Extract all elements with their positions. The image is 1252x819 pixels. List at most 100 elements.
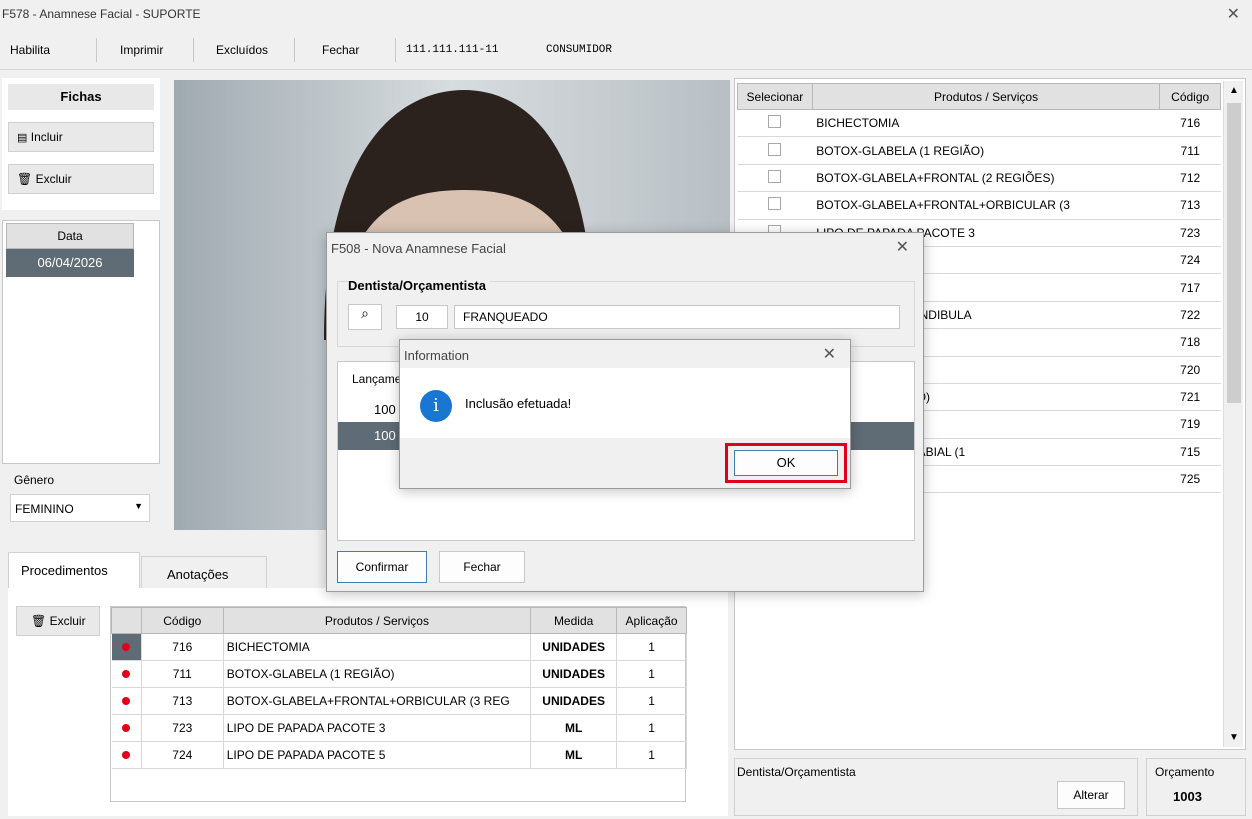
tab-anotacoes[interactable]: Anotações xyxy=(141,556,267,588)
cell-codigo: 711 xyxy=(141,660,224,688)
select-checkbox[interactable] xyxy=(768,142,782,156)
cell-medida: ML xyxy=(530,741,618,769)
lancamento-row-label: 100 xyxy=(374,428,396,443)
dentista-codigo-field[interactable]: 10 xyxy=(396,305,448,329)
cell-codigo: 711 xyxy=(1159,136,1221,165)
row-indicator xyxy=(111,687,142,715)
genero-value: FEMININO xyxy=(15,502,74,516)
select-checkbox-cell[interactable] xyxy=(737,164,813,193)
fechar-dialog-button[interactable]: Fechar xyxy=(439,551,525,583)
cell-produto: BOTOX-GLABELA (1 REGIÃO) xyxy=(223,660,532,688)
scroll-up-icon[interactable]: ▲ xyxy=(1229,85,1239,96)
select-checkbox[interactable] xyxy=(768,115,782,129)
excluir-label: Excluir xyxy=(35,172,72,186)
grid-header-produto: Produtos / Serviços xyxy=(222,607,532,634)
cell-codigo: 722 xyxy=(1159,301,1221,330)
select-checkbox-cell[interactable] xyxy=(737,191,813,220)
excluir-procedimento-button[interactable]: 🗑 Excluir xyxy=(16,606,100,636)
grid-header-aplicacao: Aplicação xyxy=(616,607,687,634)
cell-codigo: 723 xyxy=(1159,219,1221,247)
toolbar: Habilita Imprimir Excluídos Fechar 111.1… xyxy=(0,30,1252,70)
ok-button[interactable]: OK xyxy=(734,450,838,476)
cell-produto: LIPO DE PAPADA PACOTE 5 xyxy=(223,741,532,769)
produtos-header-produto: Produtos / Serviços xyxy=(811,83,1161,110)
alterar-button[interactable]: Alterar xyxy=(1057,781,1125,809)
anamnese-dialog-title: F508 - Nova Anamnese Facial xyxy=(331,241,506,256)
cliente-label: CONSUMIDOR xyxy=(546,44,613,56)
toolbar-divider xyxy=(96,38,97,62)
window-title-bar: F578 - Anamnese Facial - SUPORTE ✕ xyxy=(0,0,1252,30)
produtos-header-selecionar: Selecionar xyxy=(737,83,813,110)
cell-codigo: 723 xyxy=(141,714,224,742)
grid-header-codigo: Código xyxy=(140,607,224,634)
close-icon[interactable]: ✕ xyxy=(1227,4,1240,24)
dentista-footer-label: Dentista/Orçamentista xyxy=(737,765,856,779)
incluir-label: Incluir xyxy=(30,130,63,144)
cell-medida: ML xyxy=(530,714,618,742)
toolbar-divider xyxy=(193,38,194,62)
table-row[interactable]: 716 BICHECTOMIA UNIDADES 1 xyxy=(111,633,687,661)
list-item[interactable]: BOTOX-GLABELA+FRONTAL (2 REGIÕES) 712 xyxy=(737,164,1221,193)
cell-codigo: 716 xyxy=(141,633,224,661)
cell-aplicacao: 1 xyxy=(616,687,687,715)
information-message: Inclusão efetuada! xyxy=(465,396,572,411)
tab-anotacoes-label: Anotações xyxy=(167,567,229,582)
tab-procedimentos[interactable]: Procedimentos xyxy=(8,552,140,588)
data-row-selected[interactable]: 06/04/2026 xyxy=(6,249,134,277)
genero-select[interactable]: FEMININO ▼ xyxy=(10,494,150,522)
close-icon[interactable]: ✕ xyxy=(823,344,836,364)
scrollbar-thumb[interactable] xyxy=(1227,103,1241,403)
row-indicator xyxy=(111,714,142,742)
cell-produto: BOTOX-GLABELA+FRONTAL+ORBICULAR (3 xyxy=(812,191,1160,220)
list-item[interactable]: BICHECTOMIA 716 xyxy=(737,109,1221,138)
cell-codigo: 717 xyxy=(1159,273,1221,302)
select-checkbox-cell[interactable] xyxy=(737,136,813,165)
excluir-ficha-button[interactable]: 🗑 Excluir xyxy=(8,164,154,194)
fichas-panel: Fichas ▤ Incluir 🗑 Excluir xyxy=(2,78,160,210)
table-row[interactable]: 713 BOTOX-GLABELA+FRONTAL+ORBICULAR (3 RE… xyxy=(111,687,687,715)
row-indicator xyxy=(111,633,142,661)
add-record-icon: ▤ xyxy=(17,132,28,144)
select-checkbox-cell[interactable] xyxy=(737,109,813,138)
cell-medida: UNIDADES xyxy=(530,633,618,661)
status-dot-icon xyxy=(122,643,131,651)
scroll-down-icon[interactable]: ▼ xyxy=(1229,732,1239,743)
lancamento-header: Lançame xyxy=(352,372,402,386)
list-item[interactable]: BOTOX-GLABELA+FRONTAL+ORBICULAR (3 713 xyxy=(737,191,1221,220)
fechar-button[interactable]: Fechar xyxy=(322,43,359,57)
confirmar-button[interactable]: Confirmar xyxy=(337,551,427,583)
grid-header-medida: Medida xyxy=(530,607,618,634)
table-row[interactable]: 724 LIPO DE PAPADA PACOTE 5 ML 1 xyxy=(111,741,687,769)
produtos-header-codigo: Código xyxy=(1159,83,1221,110)
close-icon[interactable]: ✕ xyxy=(896,237,909,257)
cell-produto: BICHECTOMIA xyxy=(223,633,532,661)
cell-aplicacao: 1 xyxy=(616,741,687,769)
habilita-button[interactable]: Habilita xyxy=(10,43,50,57)
dentista-section: Dentista/Orçamentista ⌕ 10 FRANQUEADO xyxy=(337,278,915,347)
row-indicator xyxy=(111,660,142,688)
imprimir-button[interactable]: Imprimir xyxy=(120,43,163,57)
produtos-scrollbar[interactable]: ▲ ▼ xyxy=(1223,81,1243,747)
grid-header-indicator xyxy=(111,607,142,634)
cell-codigo: 724 xyxy=(1159,246,1221,275)
select-checkbox[interactable] xyxy=(768,169,782,183)
search-icon[interactable]: ⌕ xyxy=(348,304,382,330)
cell-aplicacao: 1 xyxy=(616,660,687,688)
table-row[interactable]: 723 LIPO DE PAPADA PACOTE 3 ML 1 xyxy=(111,714,687,742)
incluir-button[interactable]: ▤ Incluir xyxy=(8,122,154,152)
window-title: F578 - Anamnese Facial - SUPORTE xyxy=(2,7,201,21)
lancamento-row[interactable]: 100 xyxy=(374,402,396,417)
cell-aplicacao: 1 xyxy=(616,714,687,742)
dentista-nome-field[interactable]: FRANQUEADO xyxy=(454,305,900,329)
cell-aplicacao: 1 xyxy=(616,633,687,661)
information-body: i Inclusão efetuada! xyxy=(400,368,850,438)
procedimentos-grid: Código Produtos / Serviços Medida Aplica… xyxy=(110,606,687,802)
select-checkbox[interactable] xyxy=(768,197,782,211)
excluidos-button[interactable]: Excluídos xyxy=(216,43,268,57)
list-item[interactable]: BOTOX-GLABELA (1 REGIÃO) 711 xyxy=(737,136,1221,165)
status-dot-icon xyxy=(122,697,131,705)
cell-produto: BOTOX-GLABELA+FRONTAL (2 REGIÕES) xyxy=(812,164,1160,193)
cell-codigo: 713 xyxy=(141,687,224,715)
table-row[interactable]: 711 BOTOX-GLABELA (1 REGIÃO) UNIDADES 1 xyxy=(111,660,687,688)
genero-label: Gênero xyxy=(14,473,55,487)
